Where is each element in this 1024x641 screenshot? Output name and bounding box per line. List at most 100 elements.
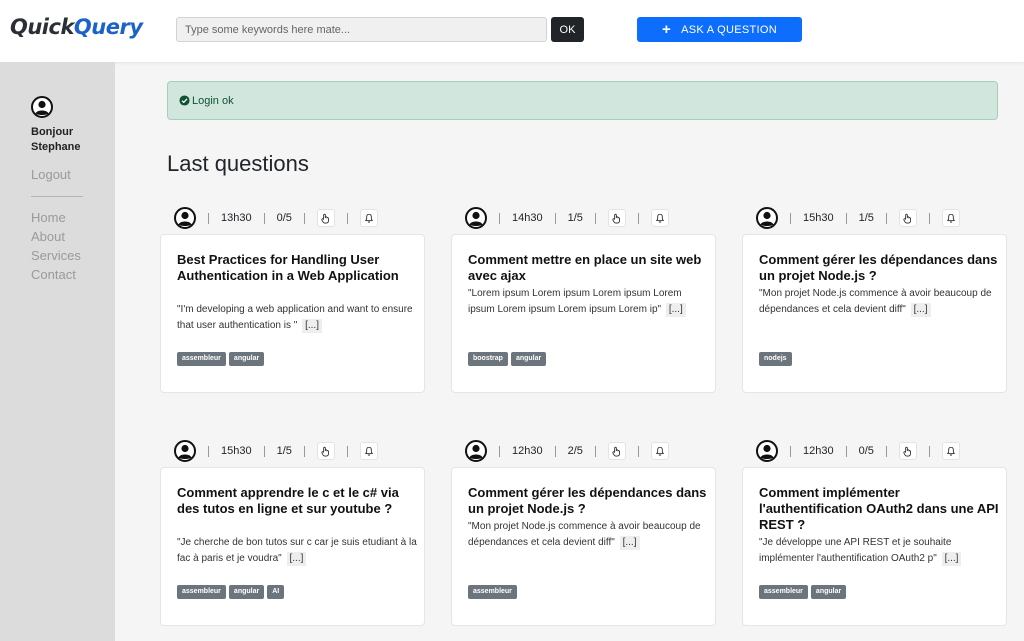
search-input[interactable] bbox=[176, 17, 547, 42]
question-title[interactable]: Best Practices for Handling User Authent… bbox=[177, 252, 417, 284]
question-rating: 1/5 bbox=[567, 212, 583, 224]
author-avatar-icon[interactable] bbox=[756, 440, 778, 462]
meta-divider bbox=[594, 445, 596, 457]
tag-badge[interactable]: angular bbox=[510, 352, 547, 366]
read-more-link[interactable]: [...] bbox=[910, 303, 931, 317]
meta-divider bbox=[263, 445, 265, 457]
author-avatar-icon[interactable] bbox=[465, 440, 487, 462]
logo-part-query: Query bbox=[73, 15, 143, 39]
question-card[interactable]: Comment implémenter l'authentification O… bbox=[742, 467, 1007, 626]
question-card[interactable]: Comment gérer les dépendances dans un pr… bbox=[451, 467, 716, 626]
section-title: Last questions bbox=[167, 151, 309, 176]
question-title[interactable]: Comment mettre en place un site web avec… bbox=[468, 252, 708, 284]
question-excerpt: "Je cherche de bon tutos sur c car je su… bbox=[177, 535, 417, 567]
notify-button[interactable] bbox=[359, 209, 378, 227]
read-more-link[interactable]: [...] bbox=[302, 319, 322, 333]
bell-icon bbox=[946, 213, 956, 223]
question-card[interactable]: Comment gérer les dépendances dans un pr… bbox=[742, 234, 1007, 393]
tag-badge[interactable]: angular bbox=[228, 352, 265, 366]
question-rating: 1/5 bbox=[276, 445, 292, 457]
question-tags: nodejs bbox=[759, 352, 792, 366]
question-rating: 2/5 bbox=[567, 445, 583, 457]
question-excerpt: "Je développe une API REST et je souhait… bbox=[759, 535, 999, 567]
check-circle-icon bbox=[179, 95, 190, 106]
vote-button[interactable] bbox=[898, 442, 917, 460]
read-more-link[interactable]: [...] bbox=[941, 552, 962, 566]
author-avatar-icon[interactable] bbox=[465, 207, 487, 229]
question-card[interactable]: Comment apprendre le c et le c# via des … bbox=[160, 467, 425, 626]
tag-badge[interactable]: angular bbox=[810, 585, 847, 599]
notify-button[interactable] bbox=[650, 442, 669, 460]
nav-home[interactable]: Home bbox=[31, 208, 81, 227]
meta-divider bbox=[303, 212, 305, 224]
meta-divider bbox=[637, 445, 639, 457]
question-card[interactable]: Comment mettre en place un site web avec… bbox=[451, 234, 716, 393]
question-title[interactable]: Comment gérer les dépendances dans un pr… bbox=[468, 485, 708, 517]
meta-divider bbox=[885, 212, 887, 224]
tag-badge[interactable]: angular bbox=[228, 585, 265, 599]
nav-about[interactable]: About bbox=[31, 227, 81, 246]
excerpt-text: "Mon projet Node.js commence à avoir bea… bbox=[759, 288, 992, 315]
ask-question-button[interactable]: + ASK A QUESTION bbox=[637, 17, 802, 42]
vote-button[interactable] bbox=[898, 209, 917, 227]
question-excerpt: "Lorem ipsum Lorem ipsum Lorem ipsum Lor… bbox=[468, 286, 708, 318]
read-more-link[interactable]: [...] bbox=[286, 552, 307, 566]
question-rating: 1/5 bbox=[858, 212, 874, 224]
question-title[interactable]: Comment apprendre le c et le c# via des … bbox=[177, 485, 417, 517]
vote-button[interactable] bbox=[607, 209, 626, 227]
tag-badge[interactable]: assembleur bbox=[177, 585, 226, 599]
read-more-link[interactable]: [...] bbox=[665, 303, 686, 317]
excerpt-text: "I'm developing a web application and wa… bbox=[177, 304, 413, 331]
sidebar: Bonjour Stephane Logout Home About Servi… bbox=[0, 62, 115, 641]
tag-badge[interactable]: assembleur bbox=[468, 585, 517, 599]
greeting-line: Bonjour bbox=[31, 126, 74, 138]
question-meta: 15h30 1/5 bbox=[174, 439, 378, 463]
author-avatar-icon[interactable] bbox=[174, 207, 196, 229]
notify-button[interactable] bbox=[650, 209, 669, 227]
question-card[interactable]: Best Practices for Handling User Authent… bbox=[160, 234, 425, 393]
vote-button[interactable] bbox=[316, 209, 335, 227]
notify-button[interactable] bbox=[941, 209, 960, 227]
meta-divider bbox=[637, 212, 639, 224]
meta-divider bbox=[845, 212, 847, 224]
tag-badge[interactable]: nodejs bbox=[759, 352, 792, 366]
sidebar-divider bbox=[31, 196, 83, 197]
read-more-link[interactable]: [...] bbox=[619, 536, 640, 550]
question-title[interactable]: Comment gérer les dépendances dans un pr… bbox=[759, 252, 999, 284]
nav-contact[interactable]: Contact bbox=[31, 265, 81, 284]
author-avatar-icon[interactable] bbox=[756, 207, 778, 229]
tag-badge[interactable]: AI bbox=[267, 585, 285, 599]
question-rating: 0/5 bbox=[276, 212, 292, 224]
meta-divider bbox=[790, 445, 791, 457]
meta-divider bbox=[928, 212, 930, 224]
question-time: 12h30 bbox=[803, 445, 834, 457]
tag-badge[interactable]: assembleur bbox=[177, 352, 226, 366]
vote-button[interactable] bbox=[316, 442, 335, 460]
bell-icon bbox=[655, 446, 665, 456]
question-tags: assembleur bbox=[468, 585, 517, 599]
question-meta: 14h30 1/5 bbox=[465, 206, 669, 230]
question-time: 13h30 bbox=[221, 212, 252, 224]
question-excerpt: "Mon projet Node.js commence à avoir bea… bbox=[759, 286, 999, 318]
hand-pointer-icon bbox=[612, 446, 621, 456]
author-avatar-icon[interactable] bbox=[174, 440, 196, 462]
question-title[interactable]: Comment implémenter l'authentification O… bbox=[759, 485, 999, 533]
alert-text: Login ok bbox=[192, 94, 234, 107]
bell-icon bbox=[655, 213, 665, 223]
search-ok-button[interactable]: OK bbox=[551, 17, 584, 42]
question-excerpt: "I'm developing a web application and wa… bbox=[177, 302, 417, 334]
login-success-alert: Login ok bbox=[167, 81, 998, 120]
notify-button[interactable] bbox=[941, 442, 960, 460]
tag-badge[interactable]: assembleur bbox=[759, 585, 808, 599]
logout-link[interactable]: Logout bbox=[31, 167, 71, 182]
meta-divider bbox=[885, 445, 887, 457]
notify-button[interactable] bbox=[359, 442, 378, 460]
bell-icon bbox=[364, 446, 374, 456]
vote-button[interactable] bbox=[607, 442, 626, 460]
meta-divider bbox=[263, 212, 265, 224]
excerpt-text: "Je développe une API REST et je souhait… bbox=[759, 537, 952, 564]
tag-badge[interactable]: boostrap bbox=[468, 352, 508, 366]
question-tags: assembleur angular bbox=[759, 585, 847, 599]
nav-services[interactable]: Services bbox=[31, 246, 81, 265]
site-logo[interactable]: QuickQuery bbox=[10, 15, 143, 39]
